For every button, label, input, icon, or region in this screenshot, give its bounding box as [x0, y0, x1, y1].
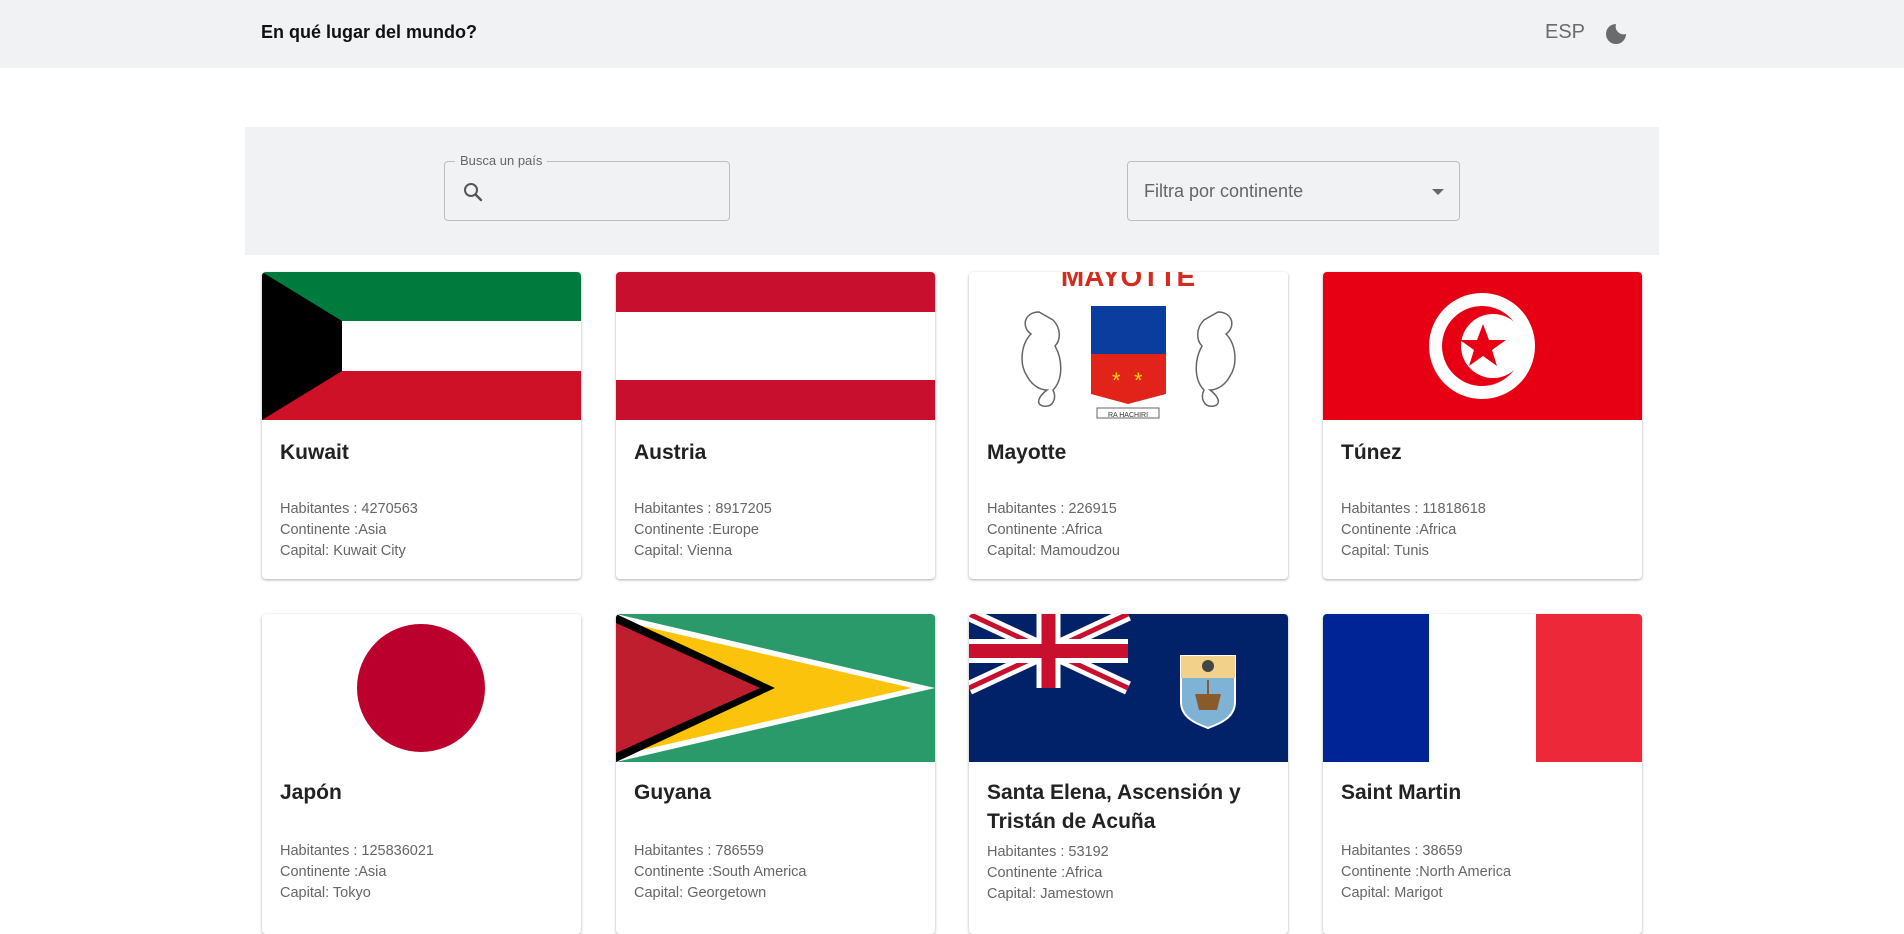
svg-text:*: * [1112, 368, 1121, 393]
country-continent: Continente :Africa [987, 522, 1103, 538]
moon-icon[interactable] [1604, 22, 1628, 46]
country-capital: Capital: Kuwait City [280, 543, 406, 559]
search-icon [461, 180, 485, 204]
country-name: Saint Martin [1341, 781, 1462, 804]
country-population: Habitantes : 4270563 [280, 501, 418, 517]
flag-saint-helena [969, 614, 1288, 762]
country-name: Túnez [1341, 441, 1402, 464]
country-population: Habitantes : 786559 [634, 843, 764, 859]
country-name: Kuwait [280, 441, 349, 464]
country-population: Habitantes : 226915 [987, 501, 1117, 517]
country-population: Habitantes : 125836021 [280, 843, 434, 859]
country-name: Mayotte [987, 441, 1067, 464]
flag-austria [616, 272, 935, 420]
country-population: Habitantes : 38659 [1341, 843, 1463, 859]
flag-mayotte-title: MAYOTTE [1061, 272, 1195, 292]
country-continent: Continente :South America [634, 864, 807, 880]
app-title: En qué lugar del mundo? [261, 22, 477, 42]
country-population: Habitantes : 53192 [987, 844, 1109, 860]
country-capital: Capital: Tokyo [280, 885, 371, 901]
country-card-kuwait[interactable]: Kuwait Habitantes : 4270563 Continente :… [262, 272, 581, 579]
continent-select[interactable]: Filtra por continente [1127, 161, 1460, 221]
country-card-tunez[interactable]: Túnez Habitantes : 11818618 Continente :… [1323, 272, 1642, 579]
country-name: Austria [634, 441, 707, 464]
country-capital: Capital: Mamoudzou [987, 543, 1120, 559]
svg-text:*: * [1134, 368, 1143, 393]
flag-japan [262, 614, 581, 762]
country-continent: Continente :Africa [1341, 522, 1457, 538]
filters-panel: Busca un país Filtra por continente [245, 127, 1659, 255]
country-name: Santa Elena, Ascensión y Tristán de Acuñ… [987, 781, 1241, 833]
country-capital: Capital: Vienna [634, 543, 733, 559]
country-continent: Continente :North America [1341, 864, 1512, 880]
top-app-bar: En qué lugar del mundo? ESP [0, 0, 1904, 68]
country-card-austria[interactable]: Austria Habitantes : 8917205 Continente … [616, 272, 935, 579]
search-label: Busca un país [455, 153, 548, 168]
country-card-mayotte[interactable]: MAYOTTE * * RA HACHIRI Mayotte Habitante… [969, 272, 1288, 579]
country-capital: Capital: Jamestown [987, 886, 1114, 902]
country-card-guyana[interactable]: Guyana Habitantes : 786559 Continente :S… [616, 614, 935, 934]
country-population: Habitantes : 8917205 [634, 501, 772, 517]
country-continent: Continente :Europe [634, 522, 759, 538]
flag-mayotte-motto: RA HACHIRI [1108, 412, 1148, 419]
search-input[interactable] [495, 176, 715, 208]
continent-select-placeholder: Filtra por continente [1144, 181, 1304, 201]
caret-down-icon [1432, 189, 1444, 195]
flag-saint-martin [1323, 614, 1642, 762]
country-card-santa-elena[interactable]: Santa Elena, Ascensión y Tristán de Acuñ… [969, 614, 1288, 934]
country-name: Japón [280, 781, 342, 804]
language-toggle[interactable]: ESP [1545, 21, 1585, 44]
country-continent: Continente :Asia [280, 864, 387, 880]
country-card-saint-martin[interactable]: Saint Martin Habitantes : 38659 Continen… [1323, 614, 1642, 934]
country-capital: Capital: Marigot [1341, 885, 1443, 901]
flag-kuwait [262, 272, 581, 420]
flag-guyana [616, 614, 935, 762]
country-card-japon[interactable]: Japón Habitantes : 125836021 Continente … [262, 614, 581, 934]
flag-mayotte: MAYOTTE * * RA HACHIRI [969, 272, 1288, 420]
flag-tunisia [1323, 272, 1642, 420]
country-capital: Capital: Tunis [1341, 543, 1429, 559]
search-field[interactable]: Busca un país [444, 153, 730, 221]
country-name: Guyana [634, 781, 712, 804]
country-capital: Capital: Georgetown [634, 885, 767, 901]
country-continent: Continente :Africa [987, 865, 1103, 881]
country-continent: Continente :Asia [280, 522, 387, 538]
country-population: Habitantes : 11818618 [1341, 501, 1486, 517]
